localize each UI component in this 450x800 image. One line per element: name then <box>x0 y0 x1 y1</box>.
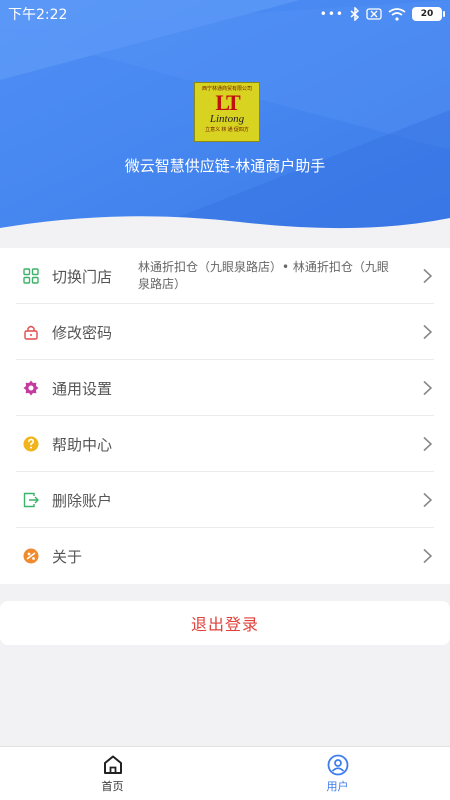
user-icon <box>327 754 348 775</box>
wifi-icon <box>388 7 406 21</box>
menu-label: 删除账户 <box>52 491 113 510</box>
nav-item-home[interactable]: 首页 <box>0 747 225 800</box>
gear-icon <box>22 379 40 397</box>
logo-name: Lintong <box>209 113 245 125</box>
menu-item-about[interactable]: 关于 <box>0 528 450 584</box>
menu-label: 通用设置 <box>52 379 113 398</box>
home-icon <box>103 755 122 774</box>
sim-off-icon <box>366 8 382 20</box>
current-store-value: 林通折扣仓（九眼泉路店）• 林通折扣仓（九眼泉路店） <box>138 260 389 291</box>
chevron-right-icon <box>423 548 432 564</box>
lock-icon <box>22 323 40 341</box>
bottom-nav: 首页 用户 <box>0 746 450 800</box>
nav-label-user: 用户 <box>326 779 349 793</box>
status-time: 下午2:22 <box>8 7 68 23</box>
company-logo: 西宁林通商贸有限公司 LT Lintong 立意义 林 通 促四方 <box>194 82 260 142</box>
chevron-right-icon <box>423 268 432 284</box>
menu-item-delete-account[interactable]: 删除账户 <box>0 472 450 528</box>
menu-item-switch-store[interactable]: 切换门店 林通折扣仓（九眼泉路店）• 林通折扣仓（九眼泉路店） <box>0 248 450 304</box>
chevron-right-icon <box>423 380 432 396</box>
header: 下午2:22 ••• 20 西宁林通商贸有限公司 LT Lintong 立意义 … <box>0 0 450 240</box>
menu-item-general-settings[interactable]: 通用设置 <box>0 360 450 416</box>
nav-label-home: 首页 <box>101 779 124 793</box>
help-icon <box>22 435 40 453</box>
nav-item-user[interactable]: 用户 <box>225 747 450 800</box>
menu-label: 帮助中心 <box>52 435 113 454</box>
info-icon <box>22 547 40 565</box>
logo-mark: LT <box>215 90 240 115</box>
chevron-right-icon <box>423 492 432 508</box>
exit-icon <box>22 491 40 509</box>
grid-icon <box>22 267 40 285</box>
menu-label: 修改密码 <box>52 323 113 342</box>
logo-bottom-text: 立意义 林 通 促四方 <box>205 128 249 133</box>
menu-label: 关于 <box>52 547 83 566</box>
app-name: 微云智慧供应链-林通商户助手 <box>124 157 326 175</box>
status-bar: 下午2:22 ••• 20 <box>0 0 450 28</box>
logout-button[interactable]: 退出登录 <box>0 601 450 645</box>
menu-label: 切换门店 <box>52 267 113 286</box>
more-dots-icon: ••• <box>319 7 344 21</box>
status-icons: ••• 20 <box>319 7 445 21</box>
battery-icon: 20 <box>412 7 445 21</box>
chevron-right-icon <box>423 324 432 340</box>
menu-item-help-center[interactable]: 帮助中心 <box>0 416 450 472</box>
bluetooth-icon <box>350 7 360 21</box>
settings-menu: 切换门店 林通折扣仓（九眼泉路店）• 林通折扣仓（九眼泉路店） 修改密码 通用设… <box>0 248 450 584</box>
menu-item-change-password[interactable]: 修改密码 <box>0 304 450 360</box>
chevron-right-icon <box>423 436 432 452</box>
